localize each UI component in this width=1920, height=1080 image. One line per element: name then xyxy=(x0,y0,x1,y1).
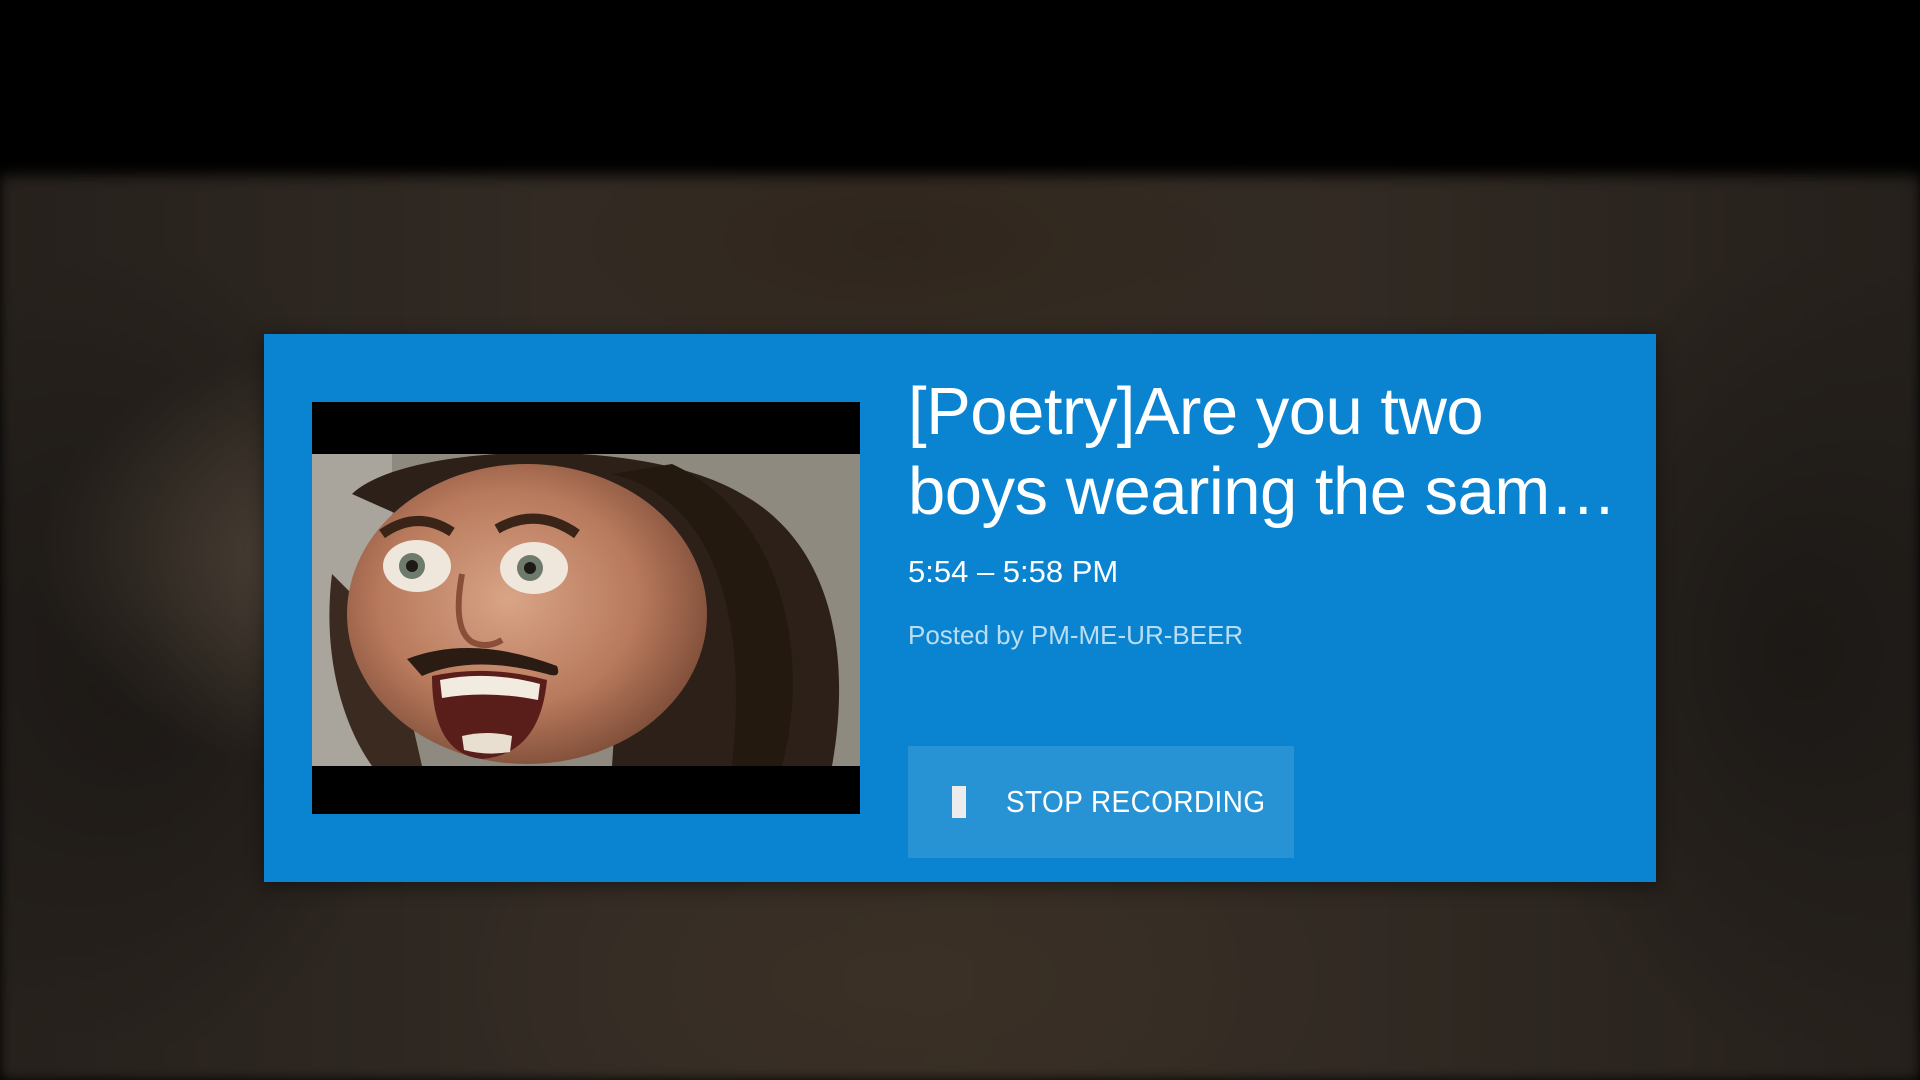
program-time-range: 5:54 – 5:58 PM xyxy=(908,554,1119,589)
program-info: [Poetry]Are you two boys wearing the sam… xyxy=(908,372,1618,652)
stop-recording-button[interactable]: STOP RECORDING xyxy=(908,746,1294,858)
tv-screen: [Poetry]Are you two boys wearing the sam… xyxy=(0,0,1920,1080)
program-title: [Poetry]Are you two boys wearing the sam… xyxy=(908,374,1617,529)
stop-square-icon xyxy=(952,786,966,818)
stop-recording-label: STOP RECORDING xyxy=(1005,784,1266,819)
program-thumbnail xyxy=(312,402,860,814)
recording-card: [Poetry]Are you two boys wearing the sam… xyxy=(264,334,1656,882)
thumbnail-image xyxy=(312,454,860,766)
program-posted-by: Posted by PM-ME-UR-BEER xyxy=(908,620,1244,650)
